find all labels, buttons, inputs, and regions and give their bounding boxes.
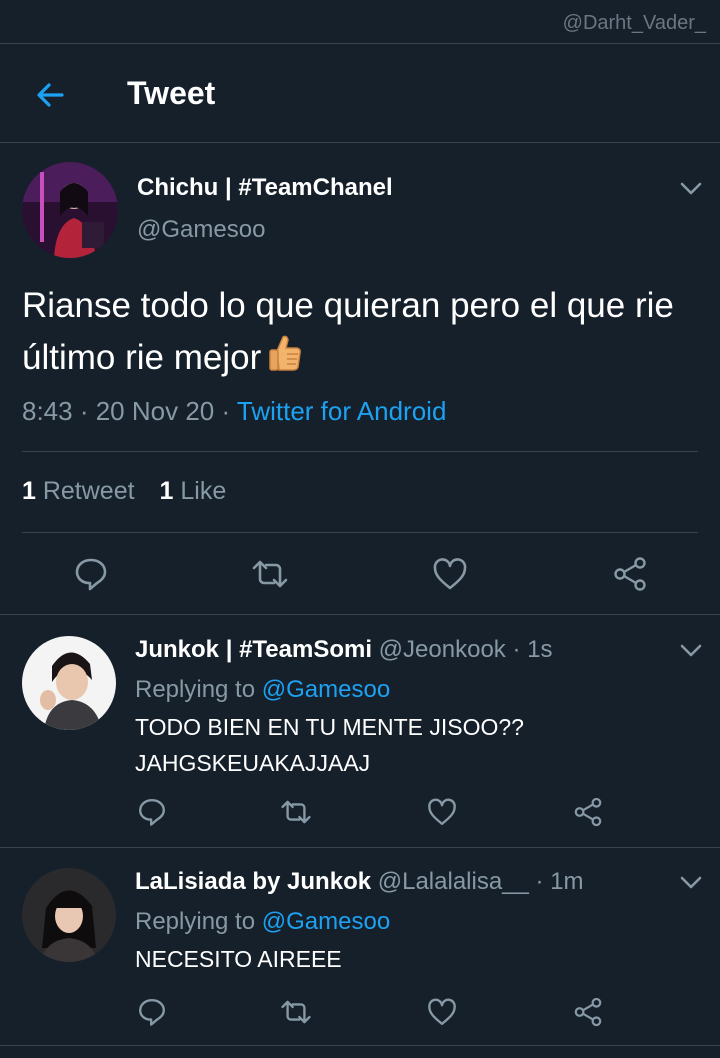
reply-menu-button[interactable] — [677, 638, 705, 662]
like-count-link[interactable]: 1 Like — [160, 477, 227, 505]
reply-handle-time: @Jeonkook · 1s — [372, 636, 553, 663]
reply-author-name[interactable]: Junkok | #TeamSomi — [135, 636, 372, 663]
heart-icon — [433, 558, 467, 590]
share-button[interactable] — [572, 796, 604, 828]
tweet-text: Rianse todo lo que quieran pero el que r… — [22, 280, 702, 388]
retweet-label: Retweet — [35, 477, 135, 505]
like-count: 1 — [159, 477, 174, 505]
reply-button[interactable] — [136, 996, 168, 1028]
share-icon — [574, 797, 602, 827]
divider — [0, 1045, 720, 1046]
replying-to-label: Replying to — [135, 908, 262, 935]
page-title: Tweet — [127, 75, 216, 111]
retweet-count: 1 — [22, 477, 36, 505]
heart-icon — [428, 798, 456, 825]
author-handle[interactable]: @Gamesoo — [137, 216, 265, 244]
retweet-button[interactable] — [250, 555, 290, 593]
avatar[interactable] — [22, 162, 118, 258]
retweet-button[interactable] — [279, 796, 313, 828]
author-name[interactable]: Chichu | #TeamChanel — [137, 174, 393, 202]
share-icon — [614, 557, 646, 591]
divider — [0, 43, 720, 44]
reply-menu-button[interactable] — [677, 870, 705, 894]
retweet-icon — [281, 800, 311, 824]
chevron-down-icon — [680, 182, 702, 195]
divider — [22, 532, 698, 533]
tweet-meta: 8:43 · 20 Nov 20 · Twitter for Android — [22, 396, 446, 427]
replying-to-mention[interactable]: @Gamesoo — [262, 908, 390, 935]
reply-text-line: JAHGSKEUAKAJJAAJ — [135, 750, 371, 776]
like-button[interactable] — [431, 555, 469, 593]
reply-button[interactable] — [136, 796, 168, 828]
heart-icon — [428, 998, 456, 1025]
replying-to-mention[interactable]: @Gamesoo — [262, 676, 390, 703]
reply-text: TODO BIEN EN TU MENTE JISOO?? JAHGSKEUAKA… — [135, 709, 695, 781]
divider — [0, 614, 720, 615]
retweet-icon — [281, 1000, 311, 1024]
reply-author-name[interactable]: LaLisiada by Junkok — [135, 868, 371, 895]
retweet-icon — [252, 560, 288, 588]
like-button[interactable] — [426, 796, 458, 828]
like-button[interactable] — [426, 996, 458, 1028]
share-button[interactable] — [572, 996, 604, 1028]
divider — [0, 847, 720, 848]
share-icon — [574, 997, 602, 1027]
reply-author-line: Junkok | #TeamSomi @Jeonkook · 1s — [135, 636, 552, 664]
chevron-down-icon — [680, 644, 702, 657]
reply-avatar[interactable] — [22, 868, 116, 962]
reply-button[interactable] — [72, 555, 110, 593]
chevron-down-icon — [680, 876, 702, 889]
replying-to: Replying to @Gamesoo — [135, 676, 390, 704]
retweet-count-link[interactable]: 1 Retweet — [22, 477, 135, 505]
reply-author-line: LaLisiada by Junkok @Lalalalisa__ · 1m — [135, 868, 584, 896]
tweet-text-body: Rianse todo lo que quieran pero el que r… — [22, 286, 674, 377]
reply-icon — [139, 999, 165, 1026]
divider — [22, 451, 698, 452]
back-arrow-icon — [37, 83, 64, 107]
retweet-button[interactable] — [279, 996, 313, 1028]
tweet-menu-button[interactable] — [677, 176, 705, 200]
avatar-image — [22, 162, 118, 258]
reply-text: NECESITO AIREEE — [135, 941, 695, 977]
thumbs-up-icon — [267, 333, 303, 388]
tweet-timestamp: 8:43 · 20 Nov 20 · — [22, 396, 237, 426]
reply-text-line: TODO BIEN EN TU MENTE JISOO?? — [135, 714, 524, 740]
tweet-stats: 1 Retweet 1 Like — [22, 477, 226, 506]
reply-text-line: NECESITO AIREEE — [135, 946, 342, 972]
reply-handle-time: @Lalalalisa__ · 1m — [371, 868, 584, 895]
avatar-image — [22, 636, 116, 730]
reply-avatar[interactable] — [22, 636, 116, 730]
avatar-image — [22, 868, 116, 962]
tweet-source-link[interactable]: Twitter for Android — [237, 396, 447, 426]
reply-icon — [139, 799, 165, 826]
replying-to: Replying to @Gamesoo — [135, 908, 390, 936]
replying-to-label: Replying to — [135, 676, 262, 703]
share-button[interactable] — [611, 555, 649, 593]
watermark: @Darht_Vader_ — [562, 12, 706, 34]
divider — [0, 142, 720, 143]
back-button[interactable] — [30, 76, 70, 116]
reply-icon — [75, 558, 107, 591]
like-label: Like — [173, 477, 227, 505]
